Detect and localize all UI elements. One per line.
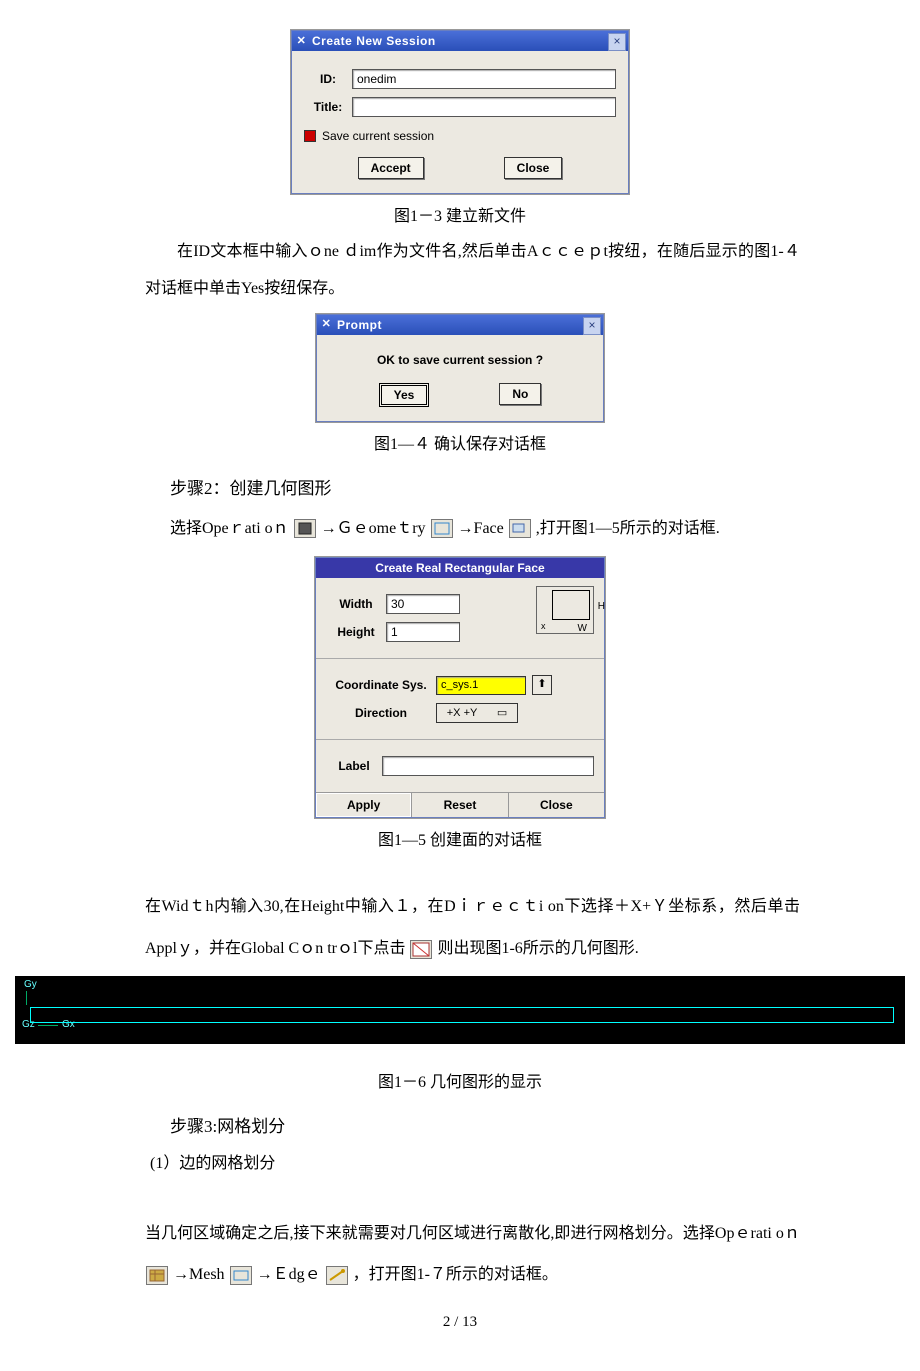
width-label: Width (326, 597, 386, 611)
t: 则出现图1-6所示的几何图形. (437, 940, 638, 957)
dlg2-title: Prompt (337, 318, 382, 332)
t: →Face (458, 520, 504, 537)
id-label: ID: (304, 72, 352, 86)
coord-label: Coordinate Sys. (326, 678, 436, 692)
app-icon: ✕ (321, 319, 332, 330)
geometry-icon[interactable] (431, 519, 453, 538)
coord-up-button[interactable]: ⬆ (532, 675, 552, 695)
t: 当几何区域确定之后,接下来就需要对几何区域进行离散化,即进行网格划分。选择Opｅ… (145, 1225, 800, 1242)
title-input[interactable] (352, 97, 616, 117)
close-button-3[interactable]: Close (509, 793, 604, 817)
para-3: 在Widｔh内输入30,在Height中输入１，在Dｉｒｅｃｔi on下选择＋X… (145, 886, 800, 969)
w-label: W (578, 623, 587, 634)
dir-value: +X +Y (447, 704, 478, 722)
mesh-icon[interactable] (230, 1266, 252, 1285)
height-label: Height (326, 625, 386, 639)
close-icon[interactable]: × (583, 317, 601, 335)
caption-1-4: 图1—４ 确认保存对话框 (0, 430, 920, 454)
close-icon[interactable]: × (608, 33, 626, 51)
face-icon[interactable] (509, 519, 531, 538)
x-label: x (541, 621, 546, 631)
no-button[interactable]: No (499, 383, 541, 405)
sub-1: (1）边的网格划分 (150, 1149, 920, 1173)
yes-button[interactable]: Yes (379, 383, 430, 407)
dlg1-title: Create New Session (312, 34, 436, 48)
title-label: Title: (304, 100, 352, 114)
t: ，打开图1-７所示的对话框。 (353, 1266, 558, 1283)
save-checkbox[interactable] (304, 130, 316, 142)
width-input[interactable] (386, 594, 460, 614)
step2-line: 选择Opeｒati oｎ →Ｇｅomeｔry →Face ,打开图1—5所示的对… (170, 511, 800, 548)
dlg3-title: Create Real Rectangular Face (316, 558, 604, 578)
geometry-display: Gy Gz Gx (15, 976, 905, 1044)
id-input[interactable] (352, 69, 616, 89)
accept-button[interactable]: Accept (358, 157, 424, 179)
operation-icon-2[interactable] (146, 1266, 168, 1285)
edge-icon[interactable] (326, 1266, 348, 1285)
t: →Ｅdgｅ (257, 1266, 321, 1283)
para-4: 当几何区域确定之后,接下来就需要对几何区域进行离散化,即进行网格划分。选择Opｅ… (145, 1213, 800, 1296)
caption-1-3: 图1－3 建立新文件 (0, 202, 920, 226)
step-3-heading: 步骤3:网格划分 (170, 1112, 920, 1137)
para-1: 在ID文本框中输入ｏne ｄim作为文件名,然后单击Aｃｃｅｐt按纽，在随后显示… (145, 234, 800, 308)
h-label: H (598, 601, 605, 612)
reset-button[interactable]: Reset (412, 793, 508, 817)
operation-icon[interactable] (294, 519, 316, 538)
save-label: Save current session (322, 129, 434, 143)
direction-select[interactable]: +X +Y▭ (436, 703, 518, 723)
page-number: 2 / 13 (0, 1314, 920, 1331)
globalcontrol-icon[interactable] (410, 940, 432, 959)
caption-1-5: 图1—5 创建面的对话框 (0, 826, 920, 850)
gy-label: Gy (24, 979, 37, 990)
coord-input[interactable] (436, 676, 526, 695)
label-input[interactable] (382, 756, 594, 776)
caption-1-6: 图1－6 几何图形的显示 (0, 1068, 920, 1092)
prompt-message: OK to save current session ? (329, 353, 591, 367)
height-input[interactable] (386, 622, 460, 642)
close-button[interactable]: Close (504, 157, 563, 179)
t: →Ｇｅomeｔry (321, 520, 426, 537)
step-2-heading: 步骤2：创建几何图形 (170, 474, 920, 499)
apply-button[interactable]: Apply (316, 793, 412, 817)
direction-label: Direction (326, 706, 436, 720)
dimension-diagram: H W x (536, 586, 594, 634)
label-label: Label (326, 759, 382, 773)
app-icon: ✕ (296, 36, 307, 47)
t: 选择Opeｒati oｎ (170, 520, 289, 537)
t: ,打开图1—5所示的对话框. (536, 520, 720, 537)
t: →Mesh (173, 1266, 225, 1283)
